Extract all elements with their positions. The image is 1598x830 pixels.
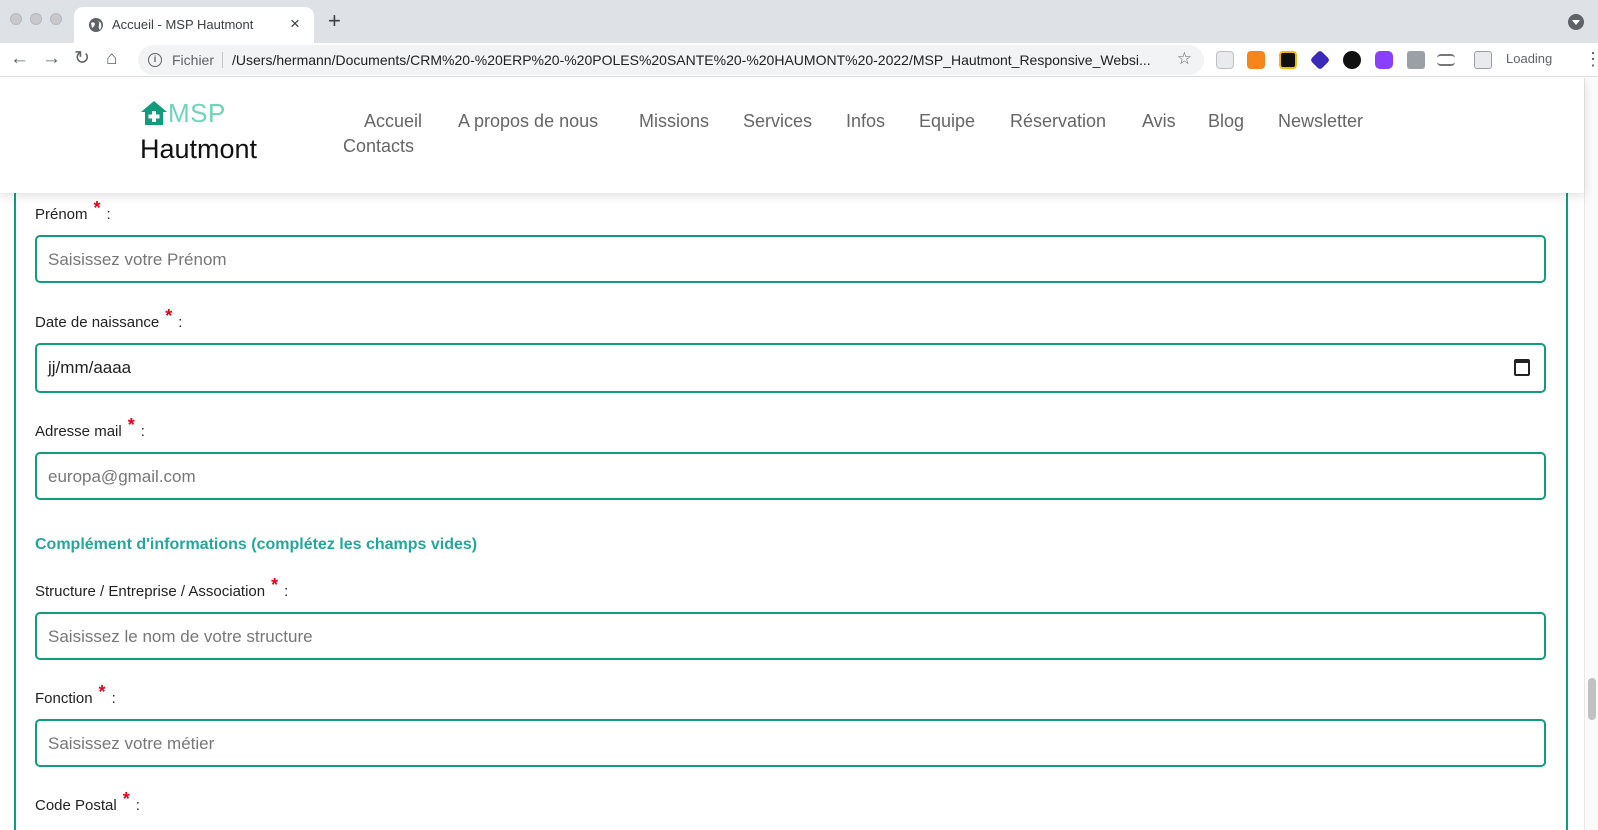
page-viewport: Prénom *: Saisissez votre Prénom Date de …: [0, 78, 1598, 830]
forward-button[interactable]: →: [42, 47, 61, 71]
required-mark: *: [98, 682, 106, 702]
prenom-placeholder: Saisissez votre Prénom: [48, 250, 227, 269]
logo-name[interactable]: Hautmont: [140, 134, 257, 165]
date-naissance-input[interactable]: jj/mm/aaaa: [35, 343, 1546, 393]
tab-search-icon[interactable]: [1568, 14, 1584, 30]
site-header: MSP Hautmont Accueil A propos de nous Mi…: [0, 78, 1584, 193]
new-tab-button[interactable]: +: [328, 8, 341, 34]
nav-avis[interactable]: Avis: [1142, 111, 1176, 132]
house-plus-icon[interactable]: [140, 100, 168, 126]
required-mark: *: [127, 415, 135, 435]
structure-placeholder: Saisissez le nom de votre structure: [48, 627, 313, 646]
nav-missions[interactable]: Missions: [639, 111, 709, 132]
extension-dark-icon[interactable]: [1279, 51, 1297, 69]
home-button[interactable]: ⌂: [106, 47, 117, 71]
date-naissance-label: Date de naissance *:: [35, 306, 183, 331]
bookmark-star-icon[interactable]: ☆: [1177, 49, 1192, 69]
page-scrollbar[interactable]: [1584, 78, 1598, 830]
nav-reservation[interactable]: Réservation: [1010, 111, 1106, 132]
nav-infos[interactable]: Infos: [846, 111, 885, 132]
email-label: Adresse mail *:: [35, 415, 145, 440]
logo-msp[interactable]: MSP: [168, 98, 226, 129]
profile-icon[interactable]: [1474, 51, 1492, 69]
required-mark: *: [165, 306, 173, 326]
fonction-placeholder: Saisissez votre métier: [48, 734, 215, 753]
extension-cube-icon[interactable]: [1216, 51, 1234, 69]
complement-section-title: Complément d'informations (complétez les…: [35, 536, 478, 553]
browser-toolbar: ← → ↻ ⌂ i Fichier /Users/hermann/Documen…: [0, 43, 1598, 77]
code-postal-label: Code Postal *:: [35, 789, 140, 814]
omnibox-divider: [222, 52, 223, 68]
fonction-input[interactable]: Saisissez votre métier: [35, 719, 1546, 767]
structure-label: Structure / Entreprise / Association *:: [35, 575, 289, 600]
loading-label: Loading: [1506, 51, 1553, 66]
address-bar[interactable]: i Fichier /Users/hermann/Documents/CRM%2…: [138, 45, 1204, 75]
structure-input[interactable]: Saisissez le nom de votre structure: [35, 612, 1546, 660]
extensions-puzzle-icon[interactable]: [1407, 51, 1425, 69]
calendar-icon[interactable]: [1514, 359, 1530, 376]
tab-close-icon[interactable]: ×: [290, 14, 300, 34]
required-mark: *: [93, 198, 101, 218]
extension-diamond-icon[interactable]: [1309, 49, 1331, 71]
email-placeholder: europa@gmail.com: [48, 467, 196, 486]
scheme-label: Fichier: [172, 52, 215, 68]
extension-purple-icon[interactable]: [1375, 51, 1393, 69]
email-input[interactable]: europa@gmail.com: [35, 452, 1546, 500]
window-close-button[interactable]: [10, 13, 22, 25]
reading-list-icon[interactable]: [1437, 54, 1455, 66]
prenom-label: Prénom *:: [35, 198, 111, 223]
tab-title: Accueil - MSP Hautmont: [112, 17, 254, 32]
url-text[interactable]: /Users/hermann/Documents/CRM%20-%20ERP%2…: [232, 52, 1152, 68]
nav-blog[interactable]: Blog: [1208, 111, 1244, 132]
required-mark: *: [122, 789, 130, 809]
back-button[interactable]: ←: [10, 47, 29, 71]
nav-equipe[interactable]: Equipe: [919, 111, 975, 132]
date-value: jj/mm/aaaa: [48, 358, 132, 377]
nav-contacts[interactable]: Contacts: [343, 136, 414, 157]
browser-tab-active[interactable]: Accueil - MSP Hautmont ×: [74, 7, 314, 43]
metamask-fox-icon[interactable]: [1247, 51, 1265, 69]
prenom-input[interactable]: Saisissez votre Prénom: [35, 235, 1546, 283]
globe-icon: [89, 18, 103, 32]
nav-accueil[interactable]: Accueil: [364, 111, 422, 132]
reload-button[interactable]: ↻: [74, 47, 90, 71]
info-icon[interactable]: i: [148, 53, 162, 67]
nav-a-propos[interactable]: A propos de nous: [458, 111, 598, 132]
nav-services[interactable]: Services: [743, 111, 812, 132]
extension-s-icon[interactable]: [1343, 51, 1361, 69]
required-mark: *: [271, 575, 279, 595]
fonction-label: Fonction *:: [35, 682, 116, 707]
nav-newsletter[interactable]: Newsletter: [1278, 111, 1363, 132]
tab-strip: Accueil - MSP Hautmont × +: [0, 0, 1598, 43]
window-zoom-button[interactable]: [50, 13, 62, 25]
browser-menu-icon[interactable]: ⋮: [1584, 49, 1598, 69]
scrollbar-thumb[interactable]: [1588, 678, 1596, 720]
window-minimize-button[interactable]: [30, 13, 42, 25]
